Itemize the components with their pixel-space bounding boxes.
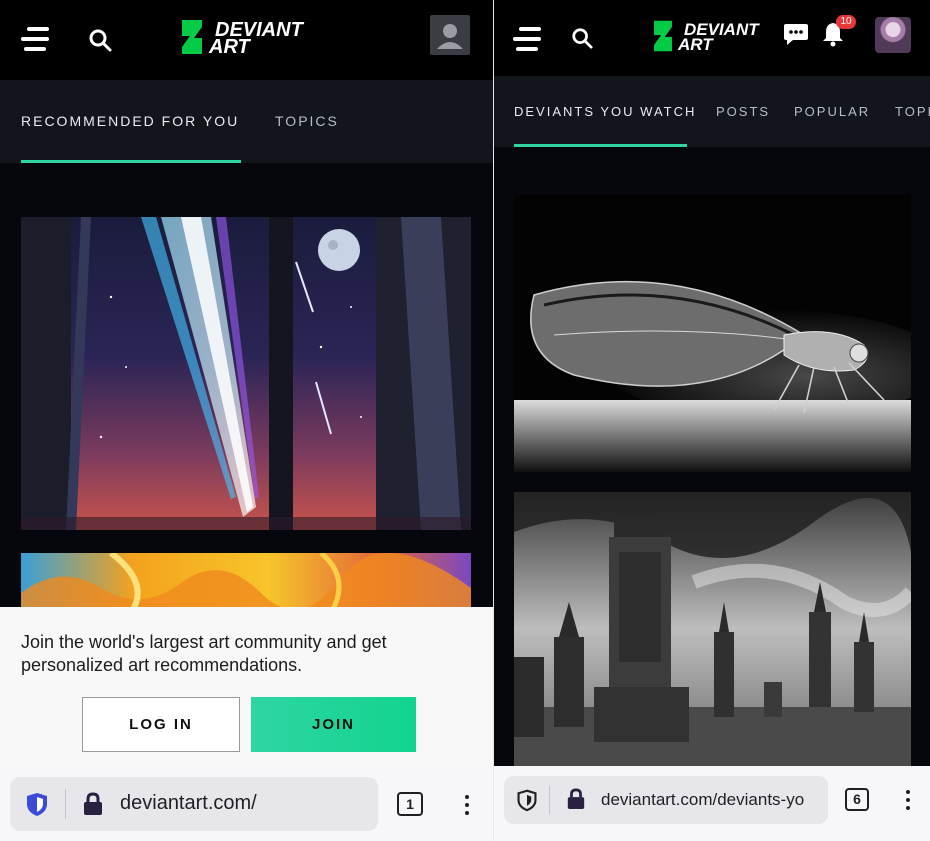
artwork-image	[514, 492, 911, 766]
chat-icon[interactable]	[783, 22, 809, 46]
address-bar-divider	[65, 789, 66, 819]
logo-word-art: ART	[209, 36, 250, 58]
address-bar[interactable]: deviantart.com/	[10, 777, 378, 831]
right-screen: DEVIANT ART 10 DEVIANTS YOU WATCH POSTS …	[494, 0, 930, 841]
search-icon[interactable]	[88, 28, 112, 52]
menu-icon[interactable]	[513, 27, 541, 51]
artwork-thumbnail[interactable]	[21, 553, 471, 613]
artwork-thumbnail[interactable]	[514, 195, 911, 472]
shield-icon[interactable]	[24, 791, 50, 817]
top-navigation-bar: DEVIANT ART	[0, 0, 493, 80]
artwork-thumbnail[interactable]	[21, 217, 471, 530]
browser-toolbar: deviantart.com/ 1	[0, 767, 493, 841]
url-text: deviantart.com/deviants-yo	[601, 790, 805, 809]
tab-popular[interactable]: POPULAR	[794, 104, 870, 119]
avatar[interactable]	[875, 17, 911, 53]
search-icon[interactable]	[571, 27, 593, 49]
top-navigation-bar: DEVIANT ART 10	[494, 0, 930, 76]
artwork-thumbnail[interactable]	[514, 492, 911, 766]
signup-prompt: Join the world's largest art community a…	[0, 607, 493, 767]
menu-icon[interactable]	[21, 27, 49, 51]
join-button[interactable]: JOIN	[251, 697, 416, 752]
user-avatar-placeholder[interactable]	[430, 15, 470, 55]
tab-label: RECOMMENDED FOR YOU	[21, 113, 240, 129]
deviantart-logo-icon	[182, 20, 202, 54]
shield-icon[interactable]	[516, 788, 538, 812]
active-tab-indicator	[21, 160, 241, 163]
address-bar-divider	[549, 786, 550, 814]
tab-recommended-for-you[interactable]: RECOMMENDED FOR YOU	[21, 113, 241, 163]
lock-icon	[84, 792, 102, 815]
deviantart-logo[interactable]: DEVIANT ART	[180, 18, 315, 58]
tab-label: POSTS	[716, 104, 771, 119]
more-icon[interactable]	[906, 790, 910, 814]
tab-label: POPULAR	[794, 104, 871, 119]
feed-tabs: DEVIANTS YOU WATCH POSTS POPULAR TOPI	[494, 76, 930, 147]
logo-word-art: ART	[678, 35, 713, 54]
user-icon	[437, 24, 463, 49]
notification-badge: 10	[836, 15, 856, 29]
tab-topics[interactable]: TOPI	[895, 104, 930, 119]
tab-topics[interactable]: TOPICS	[275, 113, 339, 129]
tab-label: DEVIANTS YOU WATCH	[514, 104, 697, 119]
signup-message: Join the world's largest art community a…	[21, 632, 387, 675]
deviantart-logo-icon	[654, 20, 672, 52]
tab-posts[interactable]: POSTS	[716, 104, 770, 119]
tabs-icon[interactable]: 1	[397, 792, 423, 816]
artwork-image	[21, 217, 471, 530]
more-icon[interactable]	[465, 795, 469, 819]
artwork-image	[21, 553, 471, 613]
tabs-icon[interactable]: 6	[845, 788, 869, 811]
tab-label: TOPICS	[275, 113, 339, 129]
artwork-image	[514, 195, 911, 472]
browser-toolbar: deviantart.com/deviants-yo 6	[494, 766, 930, 841]
url-text: deviantart.com/	[120, 792, 257, 814]
address-bar[interactable]: deviantart.com/deviants-yo	[504, 776, 828, 824]
tab-deviants-you-watch[interactable]: DEVIANTS YOU WATCH	[514, 104, 696, 147]
active-tab-indicator	[514, 144, 687, 147]
log-in-button[interactable]: LOG IN	[82, 697, 240, 752]
left-screen: DEVIANT ART RECOMMENDED FOR YOU TOPICS J…	[0, 0, 493, 841]
tab-label: TOPI	[895, 104, 930, 119]
lock-icon	[567, 788, 585, 809]
deviantart-logo[interactable]: DEVIANT ART	[652, 19, 770, 59]
feed-tabs: RECOMMENDED FOR YOU TOPICS	[0, 80, 493, 163]
